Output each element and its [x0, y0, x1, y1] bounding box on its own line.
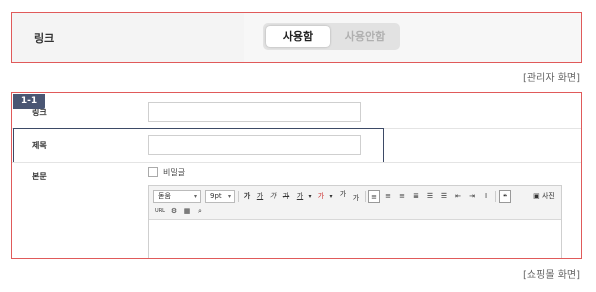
font-size-value: 9pt [210, 192, 222, 200]
image-icon: ▣ [533, 192, 540, 200]
secret-post-checkbox[interactable] [148, 167, 158, 177]
toolbar-separator [238, 191, 239, 202]
shop-write-form: 1-1 링크 제목 본문 비밀글 돋움 ▾ 9pt ▾ 가 가 가 가 가 ▾ … [11, 92, 582, 259]
strikethrough-button[interactable]: 가 [280, 190, 292, 203]
subscript-button[interactable]: 가 [350, 192, 362, 205]
secret-post-label: 비밀글 [163, 168, 186, 177]
chevron-down-icon[interactable]: ▾ [328, 190, 334, 203]
table-icon[interactable]: ▦ [181, 205, 193, 218]
superscript-button[interactable]: 가 [337, 188, 349, 201]
quote-button[interactable]: ❝ [499, 190, 511, 203]
link-setting-label: 링크 [34, 32, 55, 45]
font-size-select[interactable]: 9pt ▾ [205, 190, 235, 203]
underline-button[interactable]: 가 [254, 190, 266, 203]
toggle-option-use[interactable]: 사용함 [266, 26, 330, 47]
font-color-button[interactable]: 가 [294, 190, 306, 203]
photo-button[interactable]: ▣ 사진 [529, 190, 559, 203]
outdent-icon[interactable]: ⇤ [452, 190, 464, 203]
link-usage-toggle[interactable]: 사용함 사용안함 [263, 23, 400, 50]
toolbar-separator [365, 191, 366, 202]
chevron-down-icon: ▾ [193, 193, 197, 200]
photo-button-label: 사진 [541, 192, 555, 200]
special-char-icon[interactable]: ⚙ [168, 205, 180, 218]
align-justify-icon[interactable]: ≣ [410, 190, 422, 203]
search-icon[interactable]: ⌕ [194, 205, 206, 218]
ordered-list-icon[interactable]: ☰ [424, 190, 436, 203]
clear-format-icon[interactable]: I [480, 190, 492, 203]
font-family-select[interactable]: 돋움 ▾ [153, 190, 201, 203]
url-link-button[interactable]: URL [153, 205, 167, 218]
highlight-color-button[interactable]: 가 [315, 190, 327, 203]
unordered-list-icon[interactable]: ☰ [438, 190, 450, 203]
editor-toolbar: 돋움 ▾ 9pt ▾ 가 가 가 가 가 ▾ 가 ▾ 가 가 ≡ ≡ ≡ ≣ ☰… [149, 186, 561, 220]
align-left-icon[interactable]: ≡ [368, 190, 380, 203]
font-family-value: 돋움 [158, 192, 171, 200]
title-input[interactable] [148, 135, 361, 155]
align-right-icon[interactable]: ≡ [396, 190, 408, 203]
row-divider [12, 162, 581, 163]
title-field-label: 제목 [32, 141, 47, 150]
admin-screen-caption: [관리자 화면] [523, 73, 580, 84]
step-badge: 1-1 [13, 94, 45, 109]
rich-text-editor[interactable]: 돋움 ▾ 9pt ▾ 가 가 가 가 가 ▾ 가 ▾ 가 가 ≡ ≡ ≡ ≣ ☰… [148, 185, 562, 258]
chevron-down-icon[interactable]: ▾ [307, 190, 313, 203]
shop-screen-caption: [쇼핑몰 화면] [523, 270, 580, 281]
chevron-down-icon: ▾ [227, 193, 231, 200]
align-center-icon[interactable]: ≡ [382, 190, 394, 203]
italic-button[interactable]: 가 [267, 190, 279, 203]
bold-button[interactable]: 가 [241, 190, 253, 203]
link-input[interactable] [148, 102, 361, 122]
indent-icon[interactable]: ⇥ [466, 190, 478, 203]
admin-link-setting: 링크 사용함 사용안함 [11, 12, 582, 63]
body-field-label: 본문 [32, 172, 47, 181]
toggle-option-not-use[interactable]: 사용안함 [333, 26, 397, 47]
toolbar-separator [495, 191, 496, 202]
link-setting-value-area: 사용함 사용안함 [244, 13, 581, 62]
